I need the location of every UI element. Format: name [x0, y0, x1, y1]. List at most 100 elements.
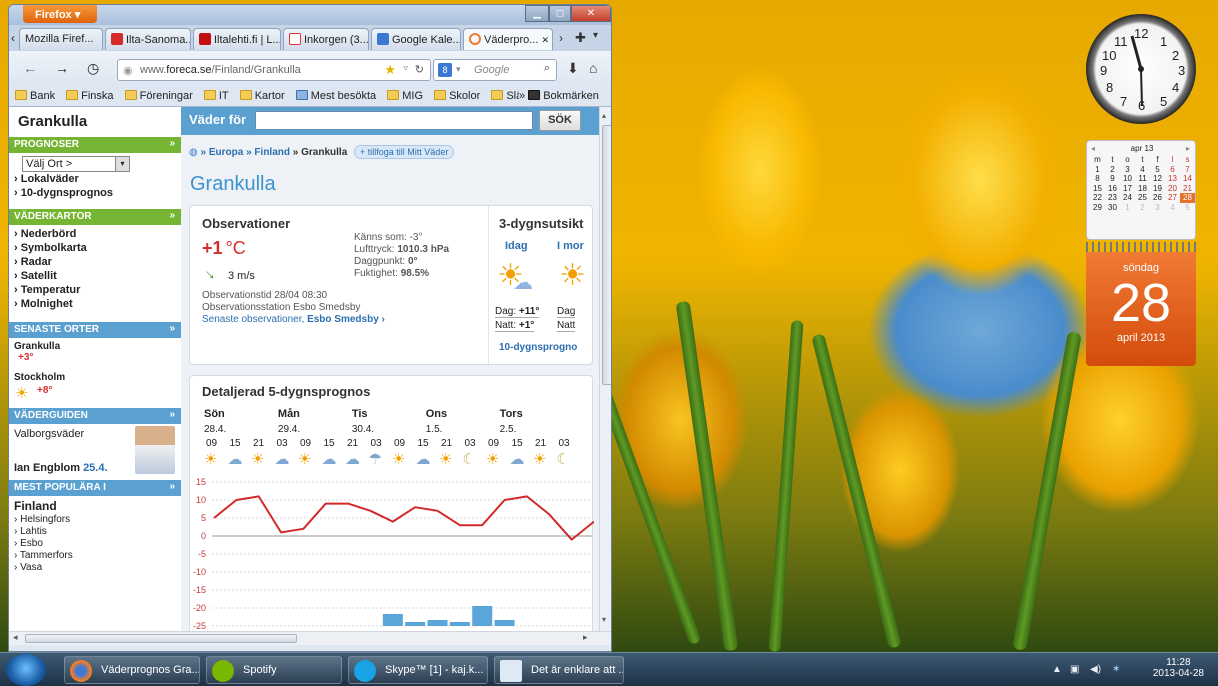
scroll-tabs-right-icon[interactable]: › [559, 31, 563, 45]
link-satellit[interactable]: › Satellit [9, 270, 181, 284]
calendar-day[interactable]: 3 [1150, 203, 1165, 213]
minimize-button[interactable]: ▁ [525, 5, 549, 22]
collapse-icon[interactable]: » [169, 138, 175, 149]
scroll-thumb-horizontal[interactable] [25, 634, 297, 643]
search-bar[interactable]: 8 ▾ Google ⌕ [433, 59, 557, 81]
calendar-day[interactable]: 8 [1090, 174, 1105, 184]
show-hidden-icons[interactable]: ▲ [1052, 664, 1062, 675]
calendar-day[interactable]: 21 [1180, 184, 1195, 194]
bookmark-foreningar[interactable]: Föreningar [124, 90, 193, 102]
calendar-day[interactable]: 15 [1090, 184, 1105, 194]
bookmark-mest-besokta[interactable]: Mest besökta [295, 90, 376, 102]
tab-google-calendar[interactable]: Google Kale... [371, 28, 461, 50]
search-icon[interactable]: ⌕ [544, 62, 550, 75]
add-to-my-weather-button[interactable]: + tillfoga till Mitt Väder [354, 145, 455, 159]
link-tammerfors[interactable]: › Tammerfors [9, 550, 181, 562]
collapse-icon[interactable]: » [169, 323, 175, 334]
history-icon[interactable]: ◷ [87, 60, 99, 77]
calendar-day[interactable]: 17 [1120, 184, 1135, 194]
taskbar-skype[interactable]: Skype™ [1] - kaj.k... [348, 656, 488, 684]
bookmark-kartor[interactable]: Kartor [239, 90, 285, 102]
link-helsingfors[interactable]: › Helsingfors [9, 514, 181, 526]
calendar-day[interactable]: 5 [1180, 203, 1195, 213]
link-vasa[interactable]: › Vasa [9, 562, 181, 574]
outlook-today[interactable]: Idag [505, 240, 528, 252]
bookmark-skolor[interactable]: Skolor [434, 90, 480, 102]
scroll-thumb[interactable] [602, 125, 611, 385]
back-icon[interactable]: ← [23, 60, 37, 76]
link-lahtis[interactable]: › Lahtis [9, 526, 181, 538]
volume-icon[interactable]: ◀) [1090, 664, 1101, 675]
security-icon[interactable]: ✶ [1112, 664, 1120, 675]
link-temperatur[interactable]: › Temperatur [9, 284, 181, 298]
calendar-day[interactable]: 11 [1135, 174, 1150, 184]
calendar-day[interactable]: 1 [1090, 165, 1105, 175]
calendar-day[interactable]: 2 [1135, 203, 1150, 213]
calendar-day[interactable]: 6 [1165, 165, 1180, 175]
site-identity-icon[interactable]: ◉ [123, 64, 133, 77]
address-bar[interactable]: ◉ www.foreca.se/Finland/Grankulla ★ ▿ ↻ [117, 59, 431, 81]
calendar-day[interactable]: 13 [1165, 174, 1180, 184]
link-10-dygnsprognos[interactable]: › 10-dygnsprognos [9, 187, 181, 201]
calendar-day[interactable]: 4 [1165, 203, 1180, 213]
tab-gmail[interactable]: Inkorgen (3... [283, 28, 369, 50]
calendar-day[interactable]: 30 [1105, 203, 1120, 213]
calendar-day[interactable]: 7 [1180, 165, 1195, 175]
horizontal-scrollbar[interactable]: ◂ ▸ [9, 631, 611, 645]
taskbar-spotify[interactable]: Spotify [206, 656, 342, 684]
calendar-day[interactable]: 1 [1120, 203, 1135, 213]
calendar-day[interactable]: 23 [1105, 193, 1120, 203]
calendar-day[interactable]: 20 [1165, 184, 1180, 194]
calendar-day[interactable]: 4 [1135, 165, 1150, 175]
location-select[interactable]: Välj Ort > ▾ [22, 156, 130, 172]
bookmarks-menu[interactable]: » Bokmärken [519, 90, 599, 102]
dropdown-arrow-icon[interactable]: ▾ [115, 157, 129, 171]
calendar-day[interactable]: 3 [1120, 165, 1135, 175]
section-vaderkartor[interactable]: VÄDERKARTOR » [9, 209, 181, 225]
tab-iltalehti[interactable]: Iltalehti.fi | L... [193, 28, 281, 50]
link-lokalvader[interactable]: › Lokalväder [9, 173, 181, 187]
scroll-down-icon[interactable]: ▾ [602, 615, 606, 624]
scroll-tabs-left-icon[interactable]: ‹ [11, 31, 15, 45]
outlook-tomorrow[interactable]: I mor [557, 240, 584, 252]
calendar-day[interactable]: 29 [1090, 203, 1105, 213]
tab-ilta-sanomat[interactable]: Ilta-Sanoma... [105, 28, 191, 50]
bookmark-bank[interactable]: Bank [15, 90, 55, 102]
calendar-day[interactable]: 28 [1180, 193, 1195, 203]
close-tab-icon[interactable]: ✕ [541, 35, 549, 45]
bookmark-it[interactable]: IT [203, 90, 229, 102]
calendar-day[interactable]: 16 [1105, 184, 1120, 194]
calendar-day[interactable]: 22 [1090, 193, 1105, 203]
firefox-menu-button[interactable]: Firefox ▾ [23, 5, 97, 23]
clock-gadget[interactable]: 12 1 2 3 4 5 6 7 8 9 10 11 [1086, 14, 1196, 124]
link-nederbord[interactable]: › Nederbörd [9, 228, 181, 242]
search-button[interactable]: SÖK [539, 110, 581, 131]
calendar-day[interactable]: 25 [1135, 193, 1150, 203]
calendar-day[interactable]: 9 [1105, 174, 1120, 184]
reload-icon[interactable]: ↻ [415, 63, 424, 76]
vertical-scrollbar[interactable]: ▴ ▾ [599, 107, 611, 631]
downloads-icon[interactable]: ⬇ [567, 60, 579, 77]
tab-foreca[interactable]: Väderpro... ✕ [463, 28, 553, 50]
calendar-day[interactable]: 2 [1105, 165, 1120, 175]
guide-entry[interactable]: Valborgsväder Ian Engblom 25.4. [9, 424, 181, 480]
network-icon[interactable]: ▣ [1070, 664, 1079, 675]
collapse-icon[interactable]: » [169, 481, 175, 492]
section-mest-populara[interactable]: MEST POPULÄRA I » [9, 480, 181, 496]
calendar-day[interactable]: 19 [1150, 184, 1165, 194]
calendar-day[interactable]: 5 [1150, 165, 1165, 175]
section-senaste-orter[interactable]: SENASTE ORTER » [9, 322, 181, 338]
bookmark-mig[interactable]: MIG [387, 90, 423, 102]
section-vaderguiden[interactable]: VÄDERGUIDEN » [9, 408, 181, 424]
google-engine-icon[interactable]: 8 [438, 63, 452, 77]
breadcrumb-europa[interactable]: » Europa [201, 147, 244, 158]
link-radar[interactable]: › Radar [9, 256, 181, 270]
start-button[interactable] [6, 654, 46, 686]
bookmark-star-icon[interactable]: ★ [384, 62, 396, 78]
calendar-day[interactable]: 26 [1150, 193, 1165, 203]
scroll-up-icon[interactable]: ▴ [602, 111, 606, 120]
bookmark-finska[interactable]: Finska [66, 90, 114, 102]
recent-place[interactable]: Grankulla +3° [9, 338, 181, 372]
scroll-left-icon[interactable]: ◂ [13, 632, 18, 643]
section-prognoser[interactable]: PROGNOSER » [9, 137, 181, 153]
